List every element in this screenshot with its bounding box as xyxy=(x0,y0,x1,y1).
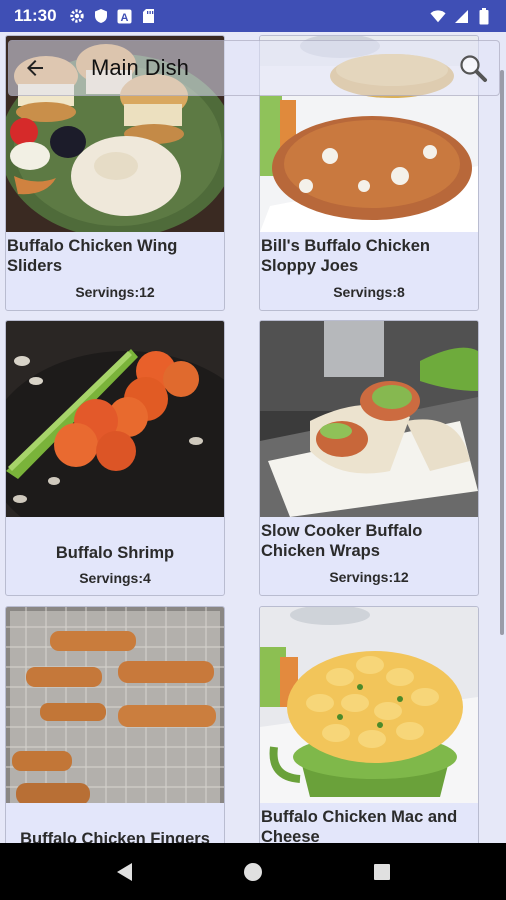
recipe-servings: Servings:12 xyxy=(329,569,409,585)
signal-icon xyxy=(453,8,469,24)
gear-icon xyxy=(69,8,85,24)
page-title: Main Dish xyxy=(91,55,189,80)
recents-square-icon[interactable] xyxy=(362,852,402,892)
home-circle-icon[interactable] xyxy=(233,852,273,892)
shield-icon xyxy=(93,8,109,24)
recipe-image xyxy=(260,321,478,517)
recipe-image xyxy=(260,607,478,803)
sd-card-icon xyxy=(141,8,157,24)
recipe-card[interactable]: Buffalo Chicken Fingers xyxy=(5,606,225,843)
recipe-title: Buffalo Shrimp xyxy=(55,544,175,562)
a-badge-icon: A xyxy=(117,8,133,24)
wifi-icon xyxy=(430,8,446,24)
recipe-servings: Servings:12 xyxy=(75,284,155,300)
back-triangle-icon[interactable] xyxy=(104,852,144,892)
recipe-servings: Servings:8 xyxy=(333,284,405,300)
recipe-image xyxy=(6,321,224,517)
recipe-card[interactable]: Buffalo Shrimp Servings:4 xyxy=(5,320,225,596)
status-icons-right xyxy=(430,7,492,24)
search-icon[interactable] xyxy=(447,42,499,94)
recipe-title: Bill's Buffalo Chicken Sloppy Joes xyxy=(261,237,430,275)
recipe-servings: Servings:4 xyxy=(79,570,151,586)
toolbar: Main Dish xyxy=(8,40,500,96)
recipe-card[interactable]: Buffalo Chicken Mac and Cheese xyxy=(259,606,479,843)
status-bar: 11:30 A xyxy=(0,0,506,32)
svg-text:A: A xyxy=(121,12,129,24)
recipe-title: Slow Cooker Buffalo Chicken Wraps xyxy=(261,522,423,560)
status-time: 11:30 xyxy=(14,6,57,25)
recipe-image xyxy=(6,607,224,803)
status-icons-left: A xyxy=(69,8,157,24)
scrollbar[interactable] xyxy=(500,70,504,635)
battery-icon xyxy=(476,7,492,24)
back-arrow-icon[interactable] xyxy=(9,42,61,94)
recipe-title: Buffalo Chicken Fingers xyxy=(20,830,210,843)
recipe-title: Buffalo Chicken Mac and Cheese xyxy=(261,808,458,843)
recipe-title: Buffalo Chicken Wing Sliders xyxy=(7,237,178,275)
system-nav-bar xyxy=(0,843,506,900)
recipe-grid[interactable]: Buffalo Chicken Wing Sliders Servings:12 xyxy=(0,32,506,843)
recipe-card[interactable]: Slow Cooker Buffalo Chicken Wraps Servin… xyxy=(259,320,479,596)
